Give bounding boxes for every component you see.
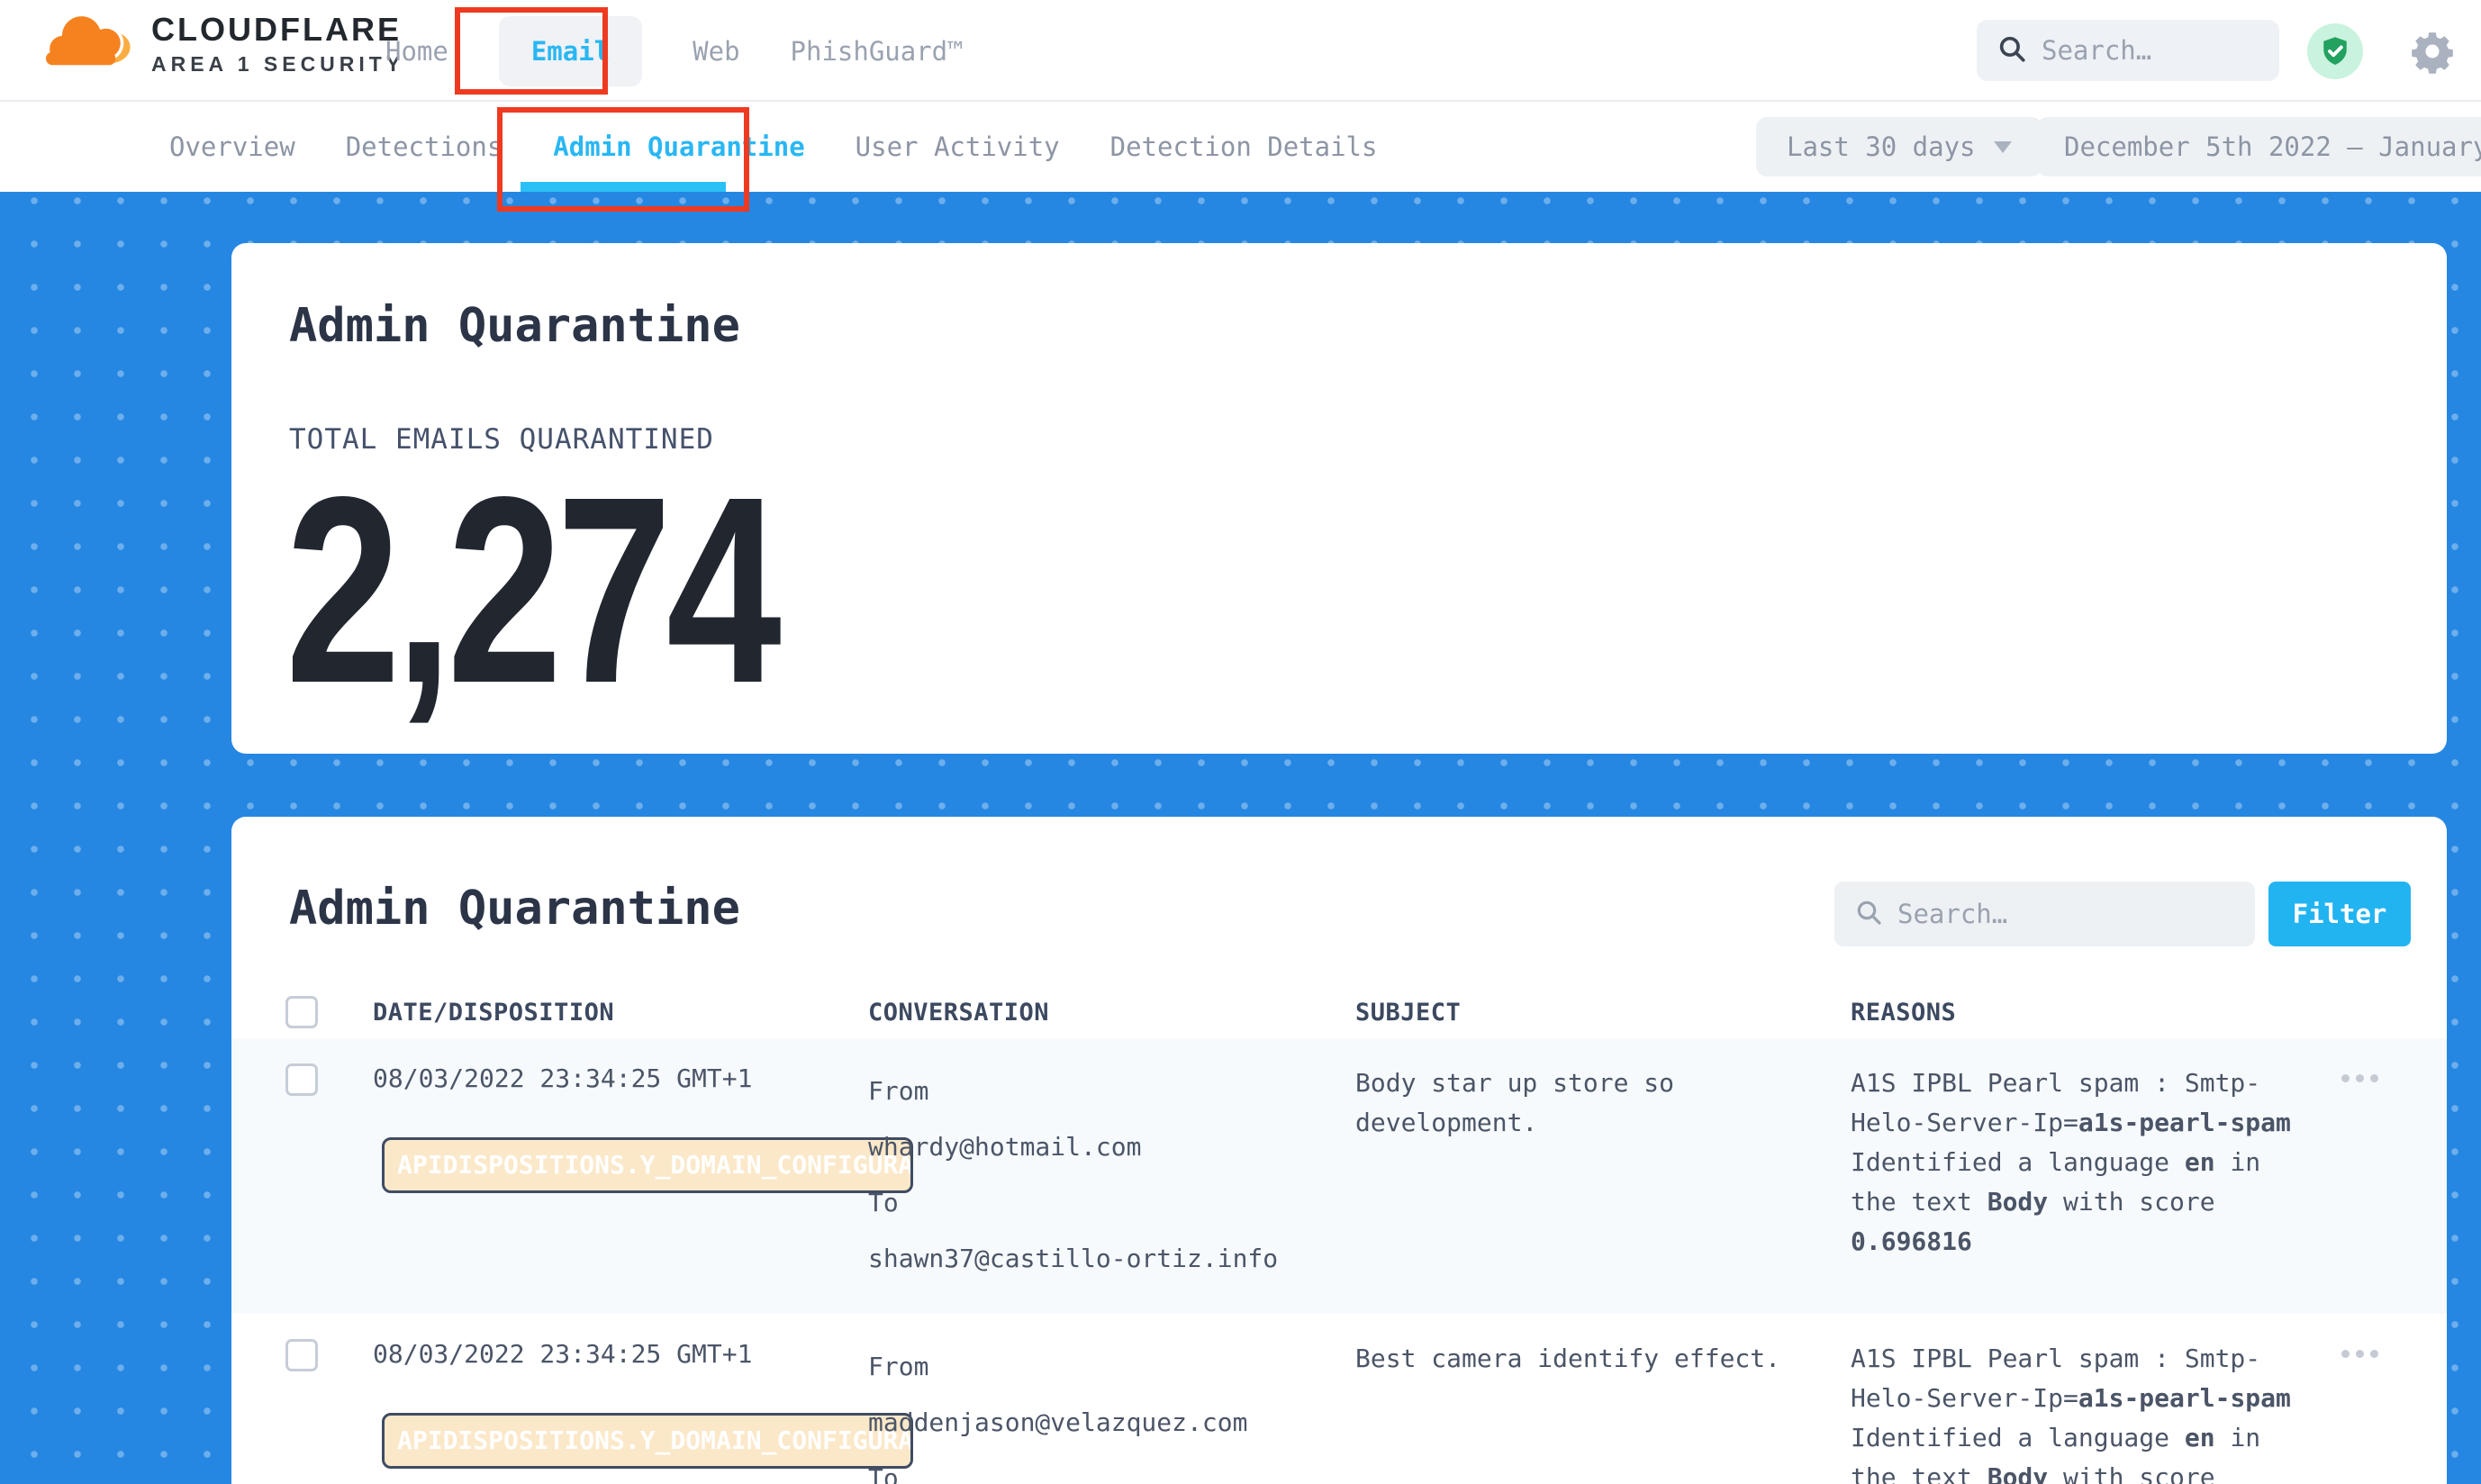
row-actions-ellipsis-icon[interactable] <box>2341 1063 2393 1287</box>
row-reasons: A1S IPBL Pearl spam : Smtp-Helo-Server-I… <box>1851 1063 2298 1287</box>
date-range-label: December 5th 2022 — January 4th 2023 <box>2064 131 2481 162</box>
date-range-field[interactable]: December 5th 2022 — January 4th 2023 <box>2037 117 2481 176</box>
filter-button[interactable]: Filter <box>2268 882 2411 946</box>
quarantine-table-card: Admin Quarantine Filter DATE/DISPOSITION… <box>231 817 2447 1484</box>
row-conversation: From whardy@hotmail.com To shawn37@casti… <box>868 1063 1355 1287</box>
chevron-down-icon <box>1994 141 2012 153</box>
nav-item-home[interactable]: Home <box>385 36 448 67</box>
cloudflare-cloud-icon <box>38 13 135 76</box>
to-label: To <box>868 1175 1355 1231</box>
search-icon <box>1997 33 2027 68</box>
quick-range-label: Last 30 days <box>1787 131 1976 162</box>
search-icon <box>1854 898 1883 930</box>
page-background: Admin Quarantine TOTAL EMAILS QUARANTINE… <box>0 192 2481 1484</box>
from-address[interactable]: whardy@hotmail.com <box>868 1119 1355 1175</box>
col-date-disposition: DATE/DISPOSITION <box>373 999 868 1027</box>
table-search[interactable] <box>1834 882 2255 946</box>
from-label: From <box>868 1339 1355 1395</box>
table-search-input[interactable] <box>1897 899 2235 929</box>
to-address[interactable]: shawn37@castillo-ortiz.info <box>868 1231 1355 1287</box>
area1-dashboard: CLOUDFLARE AREA 1 SECURITY Home Email We… <box>0 0 2481 1484</box>
primary-nav: Home Email Web PhishGuard™ <box>385 0 964 102</box>
tab-detection-details[interactable]: Detection Details <box>1110 131 1378 162</box>
col-reasons: REASONS <box>1851 999 2341 1027</box>
table-row: 08/03/2022 23:34:25 GMT+1 APIDISPOSITION… <box>231 1314 2447 1484</box>
select-all-checkbox[interactable] <box>285 996 318 1028</box>
brand-name: CLOUDFLARE <box>151 11 404 49</box>
col-conversation: CONVERSATION <box>868 999 1355 1027</box>
tab-detections[interactable]: Detections <box>346 131 503 162</box>
global-search-input[interactable] <box>2042 35 2259 66</box>
table-row: 08/03/2022 23:34:25 GMT+1 APIDISPOSITION… <box>231 1038 2447 1314</box>
email-subnav: Overview Detections Admin Quarantine Use… <box>0 102 2481 192</box>
disposition-badge: APIDISPOSITIONS.Y_DOMAIN_CONFIGURATION <box>382 1137 913 1193</box>
row-date: 08/03/2022 23:34:25 GMT+1 <box>373 1339 868 1369</box>
to-label: To <box>868 1451 1355 1484</box>
table-card-title: Admin Quarantine <box>289 882 740 936</box>
quarantine-table: DATE/DISPOSITION CONVERSATION SUBJECT RE… <box>231 986 2447 1484</box>
col-subject: SUBJECT <box>1355 999 1851 1027</box>
tab-overview[interactable]: Overview <box>169 131 295 162</box>
row-checkbox[interactable] <box>285 1063 318 1096</box>
tab-admin-quarantine[interactable]: Admin Quarantine <box>553 131 804 162</box>
nav-item-phishguard[interactable]: PhishGuard™ <box>791 36 964 67</box>
security-status-badge[interactable] <box>2307 23 2363 79</box>
row-reasons: A1S IPBL Pearl spam : Smtp-Helo-Server-I… <box>1851 1339 2298 1484</box>
global-search[interactable] <box>1977 20 2279 81</box>
from-address[interactable]: maddenjason@velazquez.com <box>868 1395 1355 1451</box>
brand-product: AREA 1 SECURITY <box>151 52 404 77</box>
nav-item-web[interactable]: Web <box>693 36 739 67</box>
row-conversation: From maddenjason@velazquez.com To bradle… <box>868 1339 1355 1484</box>
row-date: 08/03/2022 23:34:25 GMT+1 <box>373 1063 868 1093</box>
top-header: CLOUDFLARE AREA 1 SECURITY Home Email We… <box>0 0 2481 102</box>
disposition-badge: APIDISPOSITIONS.Y_DOMAIN_CONFIGURATION <box>382 1413 913 1469</box>
row-actions-ellipsis-icon[interactable] <box>2341 1339 2393 1484</box>
shield-check-icon <box>2319 35 2351 68</box>
active-tab-underline <box>521 182 726 192</box>
summary-card-title: Admin Quarantine <box>289 299 740 353</box>
row-checkbox[interactable] <box>285 1339 318 1371</box>
row-subject: Body star up store so development. <box>1355 1063 1851 1287</box>
summary-card: Admin Quarantine TOTAL EMAILS QUARANTINE… <box>231 243 2447 754</box>
nav-item-email[interactable]: Email <box>499 16 642 86</box>
tab-user-activity[interactable]: User Activity <box>856 131 1060 162</box>
quick-range-dropdown[interactable]: Last 30 days <box>1756 117 2042 176</box>
from-label: From <box>868 1063 1355 1119</box>
settings-gear-icon[interactable] <box>2410 29 2455 74</box>
metric-value: 2,274 <box>285 457 776 723</box>
cloudflare-logo[interactable]: CLOUDFLARE AREA 1 SECURITY <box>38 11 404 77</box>
table-header-row: DATE/DISPOSITION CONVERSATION SUBJECT RE… <box>231 986 2447 1038</box>
row-subject: Best camera identify effect. <box>1355 1339 1851 1484</box>
